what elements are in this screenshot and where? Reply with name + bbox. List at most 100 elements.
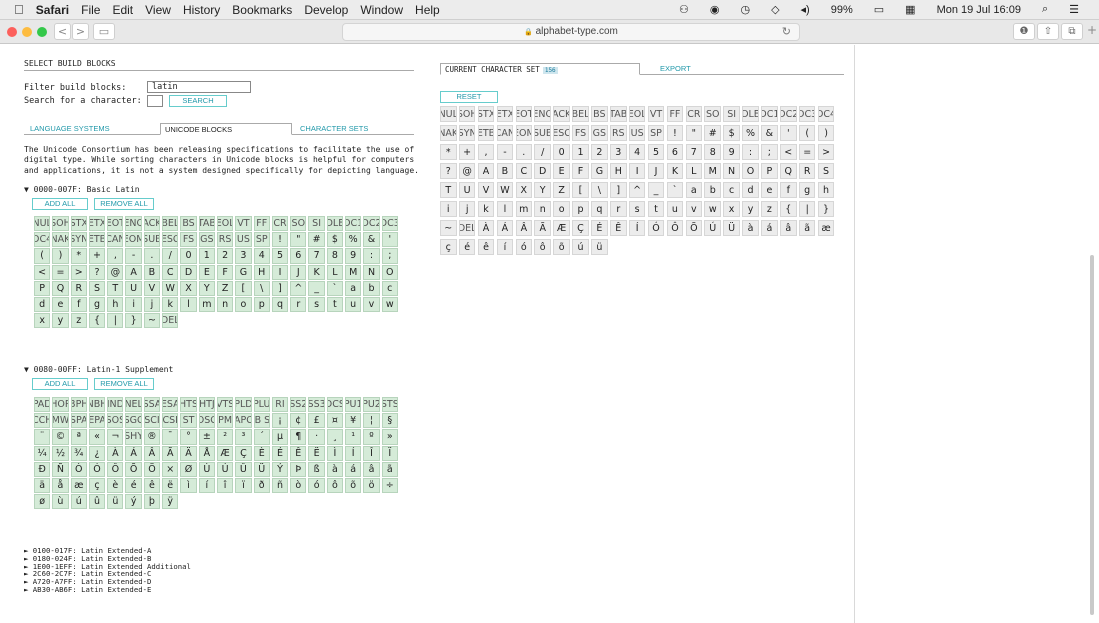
character-cell[interactable]: Z — [553, 182, 570, 198]
character-cell[interactable]: 9 — [723, 144, 740, 160]
character-cell[interactable]: SYN — [458, 125, 476, 141]
extension-icon[interactable]: ⚇ — [679, 3, 689, 16]
character-cell[interactable]: ú — [572, 239, 589, 255]
character-cell[interactable]: APC — [235, 413, 252, 429]
character-cell[interactable]: í — [198, 477, 215, 494]
character-cell[interactable]: t — [326, 296, 344, 313]
character-cell[interactable]: 4 — [628, 144, 646, 160]
character-cell[interactable]: ø — [34, 494, 51, 510]
character-cell[interactable]: ü — [591, 239, 608, 255]
character-cell[interactable]: ù — [52, 494, 69, 510]
character-cell[interactable]: DC3 — [381, 216, 398, 232]
character-cell[interactable]: O — [381, 264, 398, 280]
character-cell[interactable]: T — [440, 182, 457, 198]
character-cell[interactable]: SHY — [125, 429, 142, 445]
character-cell[interactable]: / — [534, 144, 551, 160]
character-cell[interactable]: z — [761, 201, 778, 217]
character-cell[interactable]: - — [125, 248, 142, 264]
character-cell[interactable]: R — [798, 163, 816, 179]
character-cell[interactable]: v — [363, 296, 380, 313]
character-cell[interactable]: ¡ — [271, 413, 289, 429]
character-cell[interactable]: q — [271, 296, 289, 313]
character-cell[interactable]: A — [125, 264, 142, 280]
character-cell[interactable]: ` — [666, 182, 684, 198]
character-cell[interactable]: Ø — [180, 461, 197, 477]
character-cell[interactable]: BEL — [162, 216, 179, 232]
character-cell[interactable]: D — [534, 163, 551, 179]
character-cell[interactable]: à — [742, 220, 759, 236]
character-cell[interactable]: 3 — [235, 248, 252, 264]
character-cell[interactable]: SP — [647, 125, 665, 141]
character-cell[interactable]: { — [88, 313, 106, 329]
character-cell[interactable]: ò — [290, 477, 307, 494]
character-cell[interactable]: å — [52, 477, 69, 494]
character-cell[interactable]: 5 — [271, 248, 289, 264]
character-cell[interactable]: , — [107, 248, 124, 264]
character-cell[interactable]: EOM — [125, 232, 142, 248]
character-cell[interactable]: Y — [198, 280, 215, 296]
character-cell[interactable]: [ — [235, 280, 252, 296]
character-cell[interactable]: h — [107, 296, 124, 313]
character-cell[interactable]: i — [440, 201, 457, 217]
character-cell[interactable]: HOP — [52, 397, 69, 413]
character-cell[interactable]: j — [458, 201, 476, 217]
character-cell[interactable]: à — [326, 461, 344, 477]
character-cell[interactable]: S — [817, 163, 835, 179]
character-cell[interactable]: TAB — [610, 106, 627, 122]
character-cell[interactable]: Á — [125, 445, 142, 461]
tabs-icon[interactable]: ⧉ — [1061, 23, 1083, 40]
character-cell[interactable]: ú — [70, 494, 87, 510]
character-cell[interactable]: OSC — [198, 413, 215, 429]
character-cell[interactable]: E — [198, 264, 215, 280]
new-tab-icon[interactable]: + — [1087, 23, 1097, 37]
character-cell[interactable]: ® — [143, 429, 161, 445]
character-cell[interactable]: c — [381, 280, 398, 296]
reset-button[interactable]: RESET — [440, 91, 498, 103]
character-cell[interactable]: Ç — [235, 445, 252, 461]
character-cell[interactable]: VT — [235, 216, 252, 232]
flag-icon[interactable]: ▦ — [905, 3, 915, 16]
character-cell[interactable]: ¹ — [345, 429, 362, 445]
character-cell[interactable]: } — [817, 201, 835, 217]
character-cell[interactable]: ST — [180, 413, 197, 429]
character-cell[interactable]: CR — [685, 106, 703, 122]
character-cell[interactable]: HTS — [180, 397, 197, 413]
character-cell[interactable]: v — [685, 201, 703, 217]
character-cell[interactable]: Ö — [143, 461, 161, 477]
character-cell[interactable]: CAN — [107, 232, 124, 248]
character-cell[interactable]: BEL — [572, 106, 589, 122]
character-cell[interactable]: w — [704, 201, 721, 217]
character-cell[interactable]: SS2 — [290, 397, 307, 413]
character-cell[interactable]: PAD — [34, 397, 51, 413]
character-cell[interactable]: ¦ — [363, 413, 380, 429]
character-cell[interactable]: â — [780, 220, 797, 236]
character-cell[interactable]: VTS — [216, 397, 234, 413]
character-cell[interactable]: BPH — [70, 397, 87, 413]
character-cell[interactable]: ! — [666, 125, 684, 141]
character-cell[interactable]: º — [363, 429, 380, 445]
character-cell[interactable]: \ — [253, 280, 270, 296]
character-cell[interactable]: ¶ — [290, 429, 307, 445]
character-cell[interactable]: DEL — [458, 220, 476, 236]
character-cell[interactable]: É — [591, 220, 608, 236]
character-cell[interactable]: µ — [271, 429, 289, 445]
character-cell[interactable]: C — [515, 163, 533, 179]
character-cell[interactable]: Ü — [253, 461, 270, 477]
character-cell[interactable]: # — [308, 232, 325, 248]
character-cell[interactable]: SI — [308, 216, 325, 232]
menu-bookmarks[interactable]: Bookmarks — [232, 3, 292, 17]
character-cell[interactable]: DEL — [162, 313, 179, 329]
character-cell[interactable]: # — [704, 125, 721, 141]
character-cell[interactable]: . — [515, 144, 533, 160]
character-cell[interactable]: ô — [326, 477, 344, 494]
character-cell[interactable]: ó — [515, 239, 533, 255]
menu-develop[interactable]: Develop — [304, 3, 348, 17]
character-cell[interactable]: ¿ — [88, 445, 106, 461]
character-cell[interactable]: 0 — [553, 144, 570, 160]
character-cell[interactable]: x — [723, 201, 740, 217]
character-cell[interactable]: Â — [143, 445, 161, 461]
character-cell[interactable]: L — [326, 264, 344, 280]
character-cell[interactable]: 2 — [591, 144, 608, 160]
character-cell[interactable]: I — [271, 264, 289, 280]
character-cell[interactable]: g — [88, 296, 106, 313]
